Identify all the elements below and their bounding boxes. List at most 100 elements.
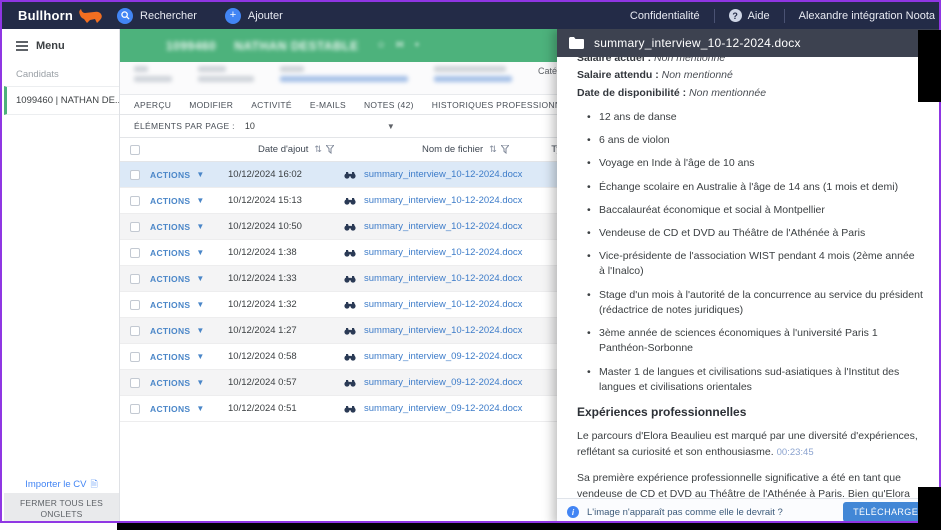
preview-binoculars-icon[interactable] [336, 197, 364, 205]
doc-bullet: Baccalauréat économique et social à Mont… [587, 203, 923, 218]
file-preview-panel: summary_interview_10-12-2024.docx ⟳ Sala… [557, 29, 939, 521]
row-checkbox[interactable] [130, 325, 140, 336]
user-menu[interactable]: Alexandre intégration Noota [799, 10, 939, 22]
bullhorn-logo[interactable]: Bullhorn [2, 8, 117, 24]
actions-button[interactable]: ACTIONS [150, 404, 190, 414]
redacted-field [434, 66, 512, 82]
preview-binoculars-icon[interactable] [336, 327, 364, 335]
row-checkbox[interactable] [130, 247, 140, 258]
chevron-down-icon: ▼ [196, 326, 205, 335]
select-all-checkbox[interactable] [130, 144, 140, 155]
import-cv-link[interactable]: Importer le CV 🗎 [4, 477, 119, 493]
document-preview[interactable]: Salaire actuel : Non mentionné Salaire a… [557, 57, 939, 498]
preview-binoculars-icon[interactable] [336, 405, 364, 413]
tab-activite[interactable]: ACTIVITÉ [251, 100, 292, 110]
file-link[interactable]: summary_interview_10-12-2024.docx [364, 247, 522, 258]
actions-button[interactable]: ACTIONS [150, 196, 190, 206]
preview-binoculars-icon[interactable] [336, 223, 364, 231]
star-icon[interactable]: ☆ [377, 40, 386, 51]
doc-paragraph: Sa première expérience professionnelle s… [577, 471, 911, 498]
row-checkbox[interactable] [130, 221, 140, 232]
actions-button[interactable]: ACTIONS [150, 274, 190, 284]
chevron-down-icon: ▼ [386, 121, 395, 131]
redaction-box [918, 30, 941, 102]
actions-button[interactable]: ACTIONS [150, 352, 190, 362]
navbar-divider [783, 8, 785, 23]
column-file[interactable]: Nom de fichier [422, 144, 483, 155]
navbar-right: Confidentialité ? Aide Alexandre intégra… [630, 8, 939, 23]
top-navbar: Bullhorn Rechercher + Ajouter Confidenti… [2, 2, 939, 29]
actions-button[interactable]: ACTIONS [150, 222, 190, 232]
doc-bullet: 3ème année de sciences économiques à l'u… [587, 326, 923, 356]
row-checkbox[interactable] [130, 377, 140, 388]
filter-icon[interactable] [325, 145, 334, 154]
preview-title: summary_interview_10-12-2024.docx [594, 36, 801, 50]
file-link[interactable]: summary_interview_09-12-2024.docx [364, 403, 522, 414]
sort-icon[interactable]: ⇅ [489, 144, 497, 155]
preview-binoculars-icon[interactable] [336, 171, 364, 179]
privacy-link[interactable]: Confidentialité [630, 10, 700, 22]
file-link[interactable]: summary_interview_10-12-2024.docx [364, 169, 522, 180]
chevron-down-icon: ▼ [196, 274, 205, 283]
doc-section-title: Expériences professionnelles [577, 405, 747, 419]
chevron-down-icon: ▼ [196, 196, 205, 205]
document-icon: 🗎 [90, 479, 98, 489]
brand-name: Bullhorn [18, 8, 74, 23]
person-icon [132, 38, 148, 54]
file-link[interactable]: summary_interview_10-12-2024.docx [364, 221, 522, 232]
file-link[interactable]: summary_interview_10-12-2024.docx [364, 195, 522, 206]
sidebar-item-candidate-tab[interactable]: 1099460 | NATHAN DE... [4, 86, 119, 115]
row-checkbox[interactable] [130, 195, 140, 206]
row-checkbox[interactable] [130, 351, 140, 362]
chevron-down-icon: ▼ [196, 352, 205, 361]
preview-binoculars-icon[interactable] [336, 353, 364, 361]
per-page-select[interactable]: 10 ▼ [245, 121, 395, 131]
record-quick-icons: ☆ ✉ + [377, 40, 420, 51]
menu-toggle[interactable]: Menu [4, 29, 119, 61]
row-checkbox[interactable] [130, 403, 140, 414]
actions-button[interactable]: ACTIONS [150, 300, 190, 310]
doc-paragraph: Le parcours d'Elora Beaulieu est marqué … [577, 430, 918, 459]
mail-icon[interactable]: ✉ [396, 40, 404, 51]
actions-button[interactable]: ACTIONS [150, 378, 190, 388]
plus-icon: + [224, 7, 241, 24]
tab-modifier[interactable]: MODIFIER [189, 100, 233, 110]
actions-button[interactable]: ACTIONS [150, 170, 190, 180]
menu-label: Menu [36, 40, 65, 52]
chevron-down-icon: ▼ [196, 404, 205, 413]
sort-icon[interactable]: ⇅ [314, 144, 322, 155]
file-link[interactable]: summary_interview_10-12-2024.docx [364, 273, 522, 284]
help-link[interactable]: Aide [748, 10, 770, 22]
timestamp[interactable]: 00:23:45 [777, 447, 814, 458]
file-link[interactable]: summary_interview_10-12-2024.docx [364, 299, 522, 310]
doc-bullet: 12 ans de danse [587, 110, 923, 125]
app-window: Bullhorn Rechercher + Ajouter Confidenti… [0, 0, 941, 523]
left-sidebar: Menu Candidats 1099460 | NATHAN DE... Im… [4, 29, 120, 521]
filter-icon[interactable] [500, 145, 509, 154]
add-note-icon[interactable]: + [414, 40, 420, 51]
actions-button[interactable]: ACTIONS [150, 248, 190, 258]
file-link[interactable]: summary_interview_09-12-2024.docx [364, 377, 522, 388]
redacted-field [198, 66, 254, 82]
redaction-box [117, 523, 941, 530]
actions-button[interactable]: ACTIONS [150, 326, 190, 336]
column-date[interactable]: Date d'ajout [258, 144, 308, 155]
tab-emails[interactable]: E-MAILS [310, 100, 346, 110]
preview-binoculars-icon[interactable] [336, 275, 364, 283]
tab-notes[interactable]: NOTES (42) [364, 100, 414, 110]
row-checkbox[interactable] [130, 273, 140, 284]
preview-binoculars-icon[interactable] [336, 249, 364, 257]
render-notice: L'image n'apparaît pas comme elle le dev… [587, 506, 783, 518]
import-cv-label: Importer le CV [25, 479, 87, 490]
preview-binoculars-icon[interactable] [336, 379, 364, 387]
add-menu-item[interactable]: + Ajouter [224, 7, 283, 24]
row-checkbox[interactable] [130, 299, 140, 310]
preview-binoculars-icon[interactable] [336, 301, 364, 309]
search-menu-item[interactable]: Rechercher [117, 7, 197, 24]
file-link[interactable]: summary_interview_10-12-2024.docx [364, 325, 522, 336]
tab-apercu[interactable]: APERÇU [134, 100, 171, 110]
close-all-tabs-button[interactable]: FERMER TOUS LES ONGLETS [4, 492, 119, 521]
file-link[interactable]: summary_interview_09-12-2024.docx [364, 351, 522, 362]
row-checkbox[interactable] [130, 169, 140, 180]
file-date: 10/12/2024 1:32 [228, 299, 297, 310]
